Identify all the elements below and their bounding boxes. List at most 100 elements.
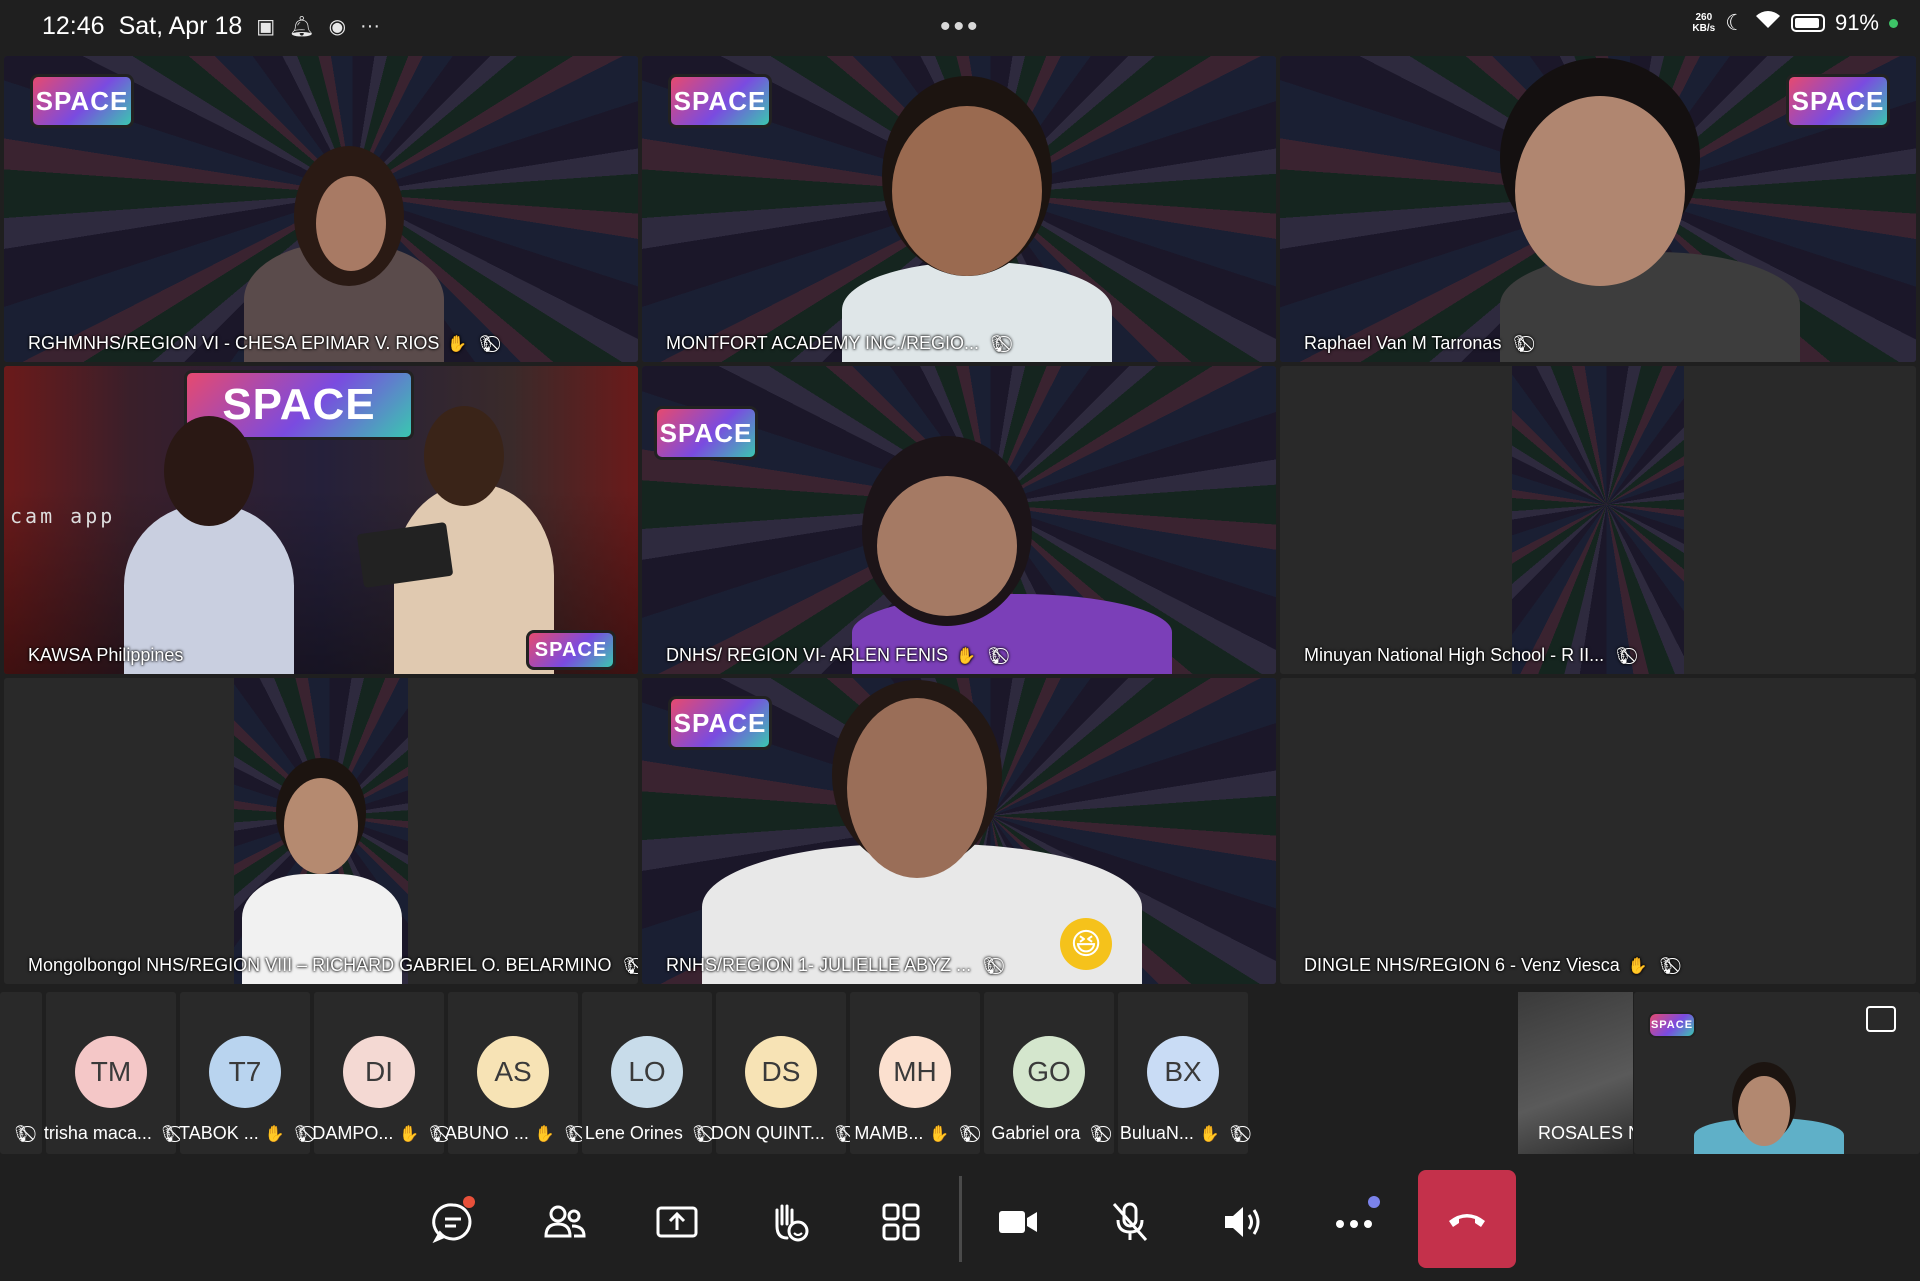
name-text: BuluaN... — [1119, 1123, 1194, 1143]
avatar: GO — [1013, 1036, 1085, 1108]
raised-hand-icon: ✋ — [264, 1125, 285, 1143]
video-tile[interactable]: SPACE Raphael Van M Tarronas 🎙︎⃠ — [1280, 56, 1916, 362]
name-text: trisha maca... — [43, 1123, 152, 1143]
bell-icon: 🔔︎ — [289, 16, 315, 38]
more-notifications-icon: ··· — [360, 15, 380, 37]
participant-tile-video[interactable]: ROSALES N — [1518, 992, 1633, 1154]
date: Sat, Apr 18 — [118, 12, 243, 40]
participant-tile[interactable]: LO Lene Orines 🎙︎⃠ — [582, 992, 712, 1154]
participant-name: Gabriel ora 🎙︎⃠ — [984, 1123, 1114, 1144]
name-text: ABUNO ... — [444, 1123, 529, 1143]
avatar: BX — [1147, 1036, 1219, 1108]
participant-tile[interactable]: BX BuluaN... ✋ 🎙︎⃠ — [1118, 992, 1248, 1154]
video-tile[interactable]: SPACE RGHMNHS/REGION VI - CHESA EPIMAR V… — [4, 56, 638, 362]
name-text: TABOK ... — [179, 1123, 259, 1143]
participant-face — [892, 106, 1042, 276]
video-tile[interactable]: DINGLE NHS/REGION 6 - Venz Viesca ✋ 🎙︎⃠ — [1280, 678, 1916, 984]
window-handle[interactable]: ••• — [940, 10, 981, 44]
mic-off-icon: 🎙︎⃠ — [987, 335, 1008, 353]
moon-icon: ☾ — [1725, 10, 1745, 35]
mic-off-icon: 🎙︎⃠ — [688, 1125, 710, 1143]
participant-name: MONTFORT ACADEMY INC./REGIO... 🎙︎⃠ — [662, 331, 1011, 356]
mic-off-icon: 🎙︎⃠ — [290, 1125, 311, 1143]
participant-strip[interactable]: 🎙︎⃠ TM trisha maca... 🎙︎⃠ T7 TABOK ... ✋ 🎙︎⃠ DI… — [0, 992, 1920, 1154]
participant-name: Mongolbongol NHS/REGION VIII – RICHARD G… — [24, 953, 638, 978]
video-tile[interactable]: SPACE cam app SPACE KAWSA Philippines — [4, 366, 638, 674]
participant-tile[interactable]: GO Gabriel ora 🎙︎⃠ — [984, 992, 1114, 1154]
mic-off-icon: 🎙︎⃠ — [979, 957, 1000, 975]
calendar-icon: ▣ — [256, 16, 276, 38]
more-options-button[interactable] — [1314, 1182, 1394, 1262]
wifi-icon — [1755, 10, 1781, 36]
host-right-head — [424, 406, 504, 506]
mic-off-icon: 🎙︎⃠ — [475, 335, 496, 353]
battery-percent: 91% — [1834, 10, 1879, 35]
participant-name: RNHS/REGION 1- JULIELLE ABYZ ... 🎙︎⃠ — [662, 953, 1003, 978]
name-text: Minuyan National High School - R II... — [1304, 645, 1605, 665]
raised-hand-icon: ✋ — [956, 647, 976, 665]
participant-tile[interactable]: DI DAMPO... ✋ 🎙︎⃠ — [312, 992, 446, 1154]
participant-tile[interactable]: T7 TABOK ... ✋ 🎙︎⃠ — [179, 992, 311, 1154]
space-logo: SPACE — [668, 696, 772, 750]
participant-name: MAMB... ✋ 🎙︎⃠ — [850, 1123, 980, 1144]
participant-name: 🎙︎⃠ — [0, 1124, 42, 1144]
battery-icon — [1790, 14, 1825, 32]
leave-call-button[interactable] — [1418, 1170, 1516, 1268]
mic-off-icon: 🎙︎⃠ — [1612, 647, 1633, 665]
mic-off-icon: 🎙︎⃠ — [425, 1125, 446, 1143]
space-logo: SPACE — [654, 406, 758, 460]
speaker-icon — [1225, 1207, 1260, 1237]
name-text: MONTFORT ACADEMY INC./REGIO... — [666, 333, 980, 353]
net-speed-unit: KB/s — [1692, 23, 1716, 34]
react-button[interactable] — [749, 1182, 829, 1262]
participant-name: BuluaN... ✋ 🎙︎⃠ — [1118, 1123, 1248, 1144]
people-button[interactable] — [525, 1182, 605, 1262]
video-tile[interactable]: SPACE 😆 RNHS/REGION 1- JULIELLE ABYZ ...… — [642, 678, 1276, 984]
participant-tile[interactable]: AS ABUNO ... ✋ 🎙︎⃠ — [444, 992, 582, 1154]
self-view[interactable]: SPACE — [1634, 992, 1920, 1154]
grid-view-icon — [882, 1203, 920, 1241]
participant-tile-partial[interactable]: 🎙︎⃠ — [0, 992, 42, 1154]
chat-button[interactable] — [413, 1182, 493, 1262]
avatar: MH — [879, 1036, 951, 1108]
status-bar: 12:46 Sat, Apr 18 ▣ 🔔︎ ◉ ··· ••• 260 KB/… — [0, 0, 1920, 54]
name-text: Lene Orines — [584, 1123, 683, 1143]
participant-face — [284, 778, 358, 874]
name-text: Gabriel ora — [991, 1123, 1081, 1143]
participant-name: DON QUINT... 🎙︎⃠ — [711, 1123, 851, 1144]
mic-off-icon: 🎙︎⃠ — [1225, 1125, 1247, 1143]
switch-camera-icon[interactable] — [1866, 1006, 1896, 1032]
avatar: AS — [477, 1036, 549, 1108]
raised-hand-icon: ✋ — [399, 1125, 420, 1143]
space-logo: SPACE — [1786, 74, 1890, 128]
raise-hand-react-icon — [775, 1204, 809, 1242]
video-tile[interactable]: Mongolbongol NHS/REGION VIII – RICHARD G… — [4, 678, 638, 984]
avatar: T7 — [209, 1036, 281, 1108]
mic-off-icon: 🎙︎⃠ — [560, 1125, 582, 1143]
avatar: DS — [745, 1036, 817, 1108]
video-tile[interactable]: Minuyan National High School - R II... 🎙… — [1280, 366, 1916, 674]
video-tile[interactable]: SPACE MONTFORT ACADEMY INC./REGIO... 🎙︎⃠ — [642, 56, 1276, 362]
camera-button[interactable] — [978, 1182, 1058, 1262]
participant-tile[interactable]: TM trisha maca... 🎙︎⃠ — [43, 992, 178, 1154]
mic-off-icon: 🎙︎⃠ — [983, 647, 1005, 665]
raised-hand-icon: ✋ — [929, 1125, 950, 1143]
name-text: DINGLE NHS/REGION 6 - Venz Viesca — [1304, 955, 1620, 975]
participant-face — [847, 698, 987, 878]
video-tile[interactable]: SPACE DNHS/ REGION VI- ARLEN FENIS ✋ 🎙︎⃠ — [642, 366, 1276, 674]
mic-off-icon: 🎙︎⃠ — [619, 957, 638, 975]
participant-name: KAWSA Philippines — [24, 643, 187, 668]
speaker-button[interactable] — [1202, 1182, 1282, 1262]
studio-watermark: cam app — [10, 504, 116, 528]
name-text: DON QUINT... — [710, 1123, 825, 1143]
camera-icon — [999, 1211, 1037, 1233]
participant-tile[interactable]: MH MAMB... ✋ 🎙︎⃠ — [850, 992, 980, 1154]
raised-hand-icon: ✋ — [534, 1125, 555, 1143]
mic-button[interactable] — [1090, 1182, 1170, 1262]
chat-notification-dot — [463, 1196, 475, 1208]
share-button[interactable] — [637, 1182, 717, 1262]
view-button[interactable] — [861, 1182, 941, 1262]
avatar: DI — [343, 1036, 415, 1108]
name-text: Raphael Van M Tarronas — [1304, 333, 1502, 353]
participant-tile[interactable]: DS DON QUINT... 🎙︎⃠ — [711, 992, 851, 1154]
